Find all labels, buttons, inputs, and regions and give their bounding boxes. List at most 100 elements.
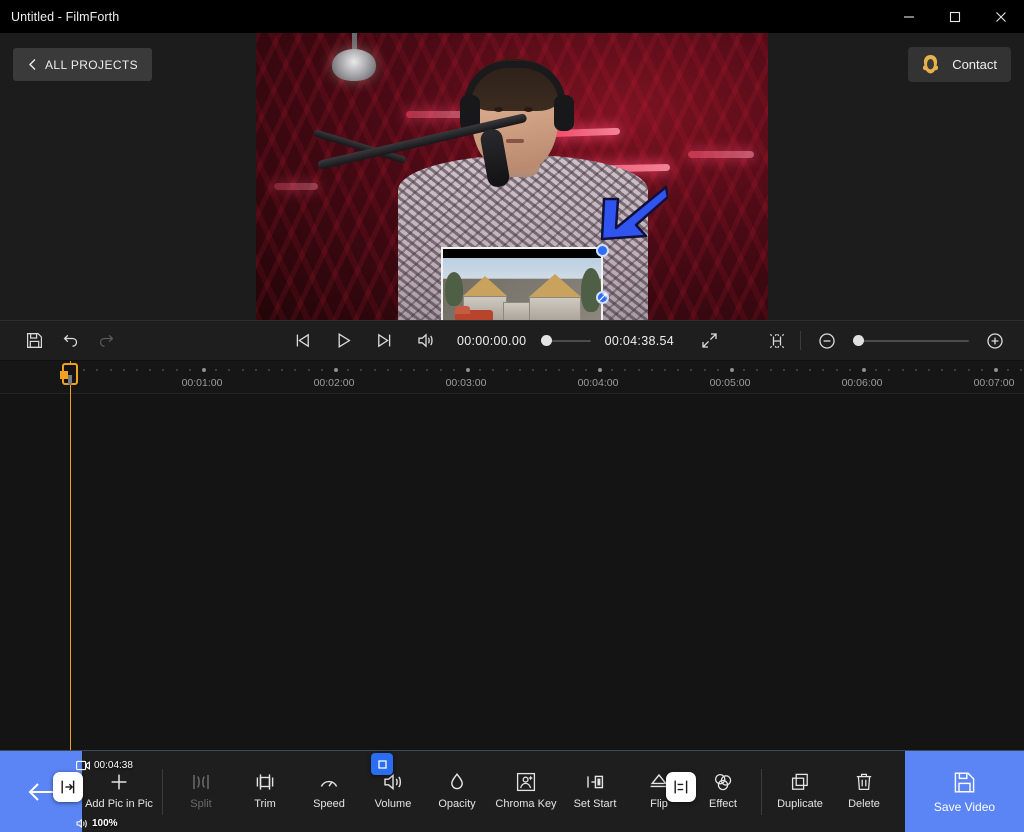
ruler-tick [571,369,574,371]
studio-lamp [332,49,376,81]
tool-label: Split [190,798,212,811]
transition-out-icon[interactable] [666,772,696,802]
speaker-icon[interactable] [408,324,442,358]
close-button[interactable] [978,0,1024,33]
tool-label: Set Start [573,798,617,811]
maximize-button[interactable] [932,0,978,33]
title-bar: Untitled - FilmForth [0,0,1024,33]
ruler-tick [83,369,86,371]
tool-speed[interactable]: Speed [297,751,361,832]
fit-to-screen-icon[interactable] [760,324,794,358]
neon-light [406,111,466,118]
ruler-time-label: 00:06:00 [841,377,883,389]
person-mouth [506,139,524,143]
ruler-tick [848,369,851,371]
ruler-tick [294,369,297,371]
video-clip-volume: 100% [76,818,118,829]
ruler-tick [505,369,508,371]
ruler-tick [1007,369,1010,371]
video-clip-volume-value: 100% [92,818,118,829]
zoom-in-icon[interactable] [978,324,1012,358]
ruler-tick [888,369,891,371]
ruler-tick [241,369,244,371]
all-projects-label: ALL PROJECTS [45,57,139,72]
tool-duplicate[interactable]: Duplicate [768,751,832,832]
zoom-out-icon[interactable] [810,324,844,358]
ruler-tick [215,369,218,371]
current-time-label: 00:00:00.00 [457,333,527,348]
tool-effect[interactable]: Effect [691,751,755,832]
speed-icon [318,771,340,793]
play-icon[interactable] [326,324,360,358]
chevron-left-icon [27,58,38,71]
minimize-button[interactable] [886,0,932,33]
playback-toolbar: 00:00:00.00 00:04:38.54 [0,320,1024,361]
skip-previous-icon[interactable] [285,324,319,358]
ruler-tick [941,369,944,371]
ruler-tick [452,369,455,371]
all-projects-button[interactable]: ALL PROJECTS [13,48,153,81]
tool-chroma-key[interactable]: Chroma Key [489,751,563,832]
save-video-button[interactable]: Save Video [905,751,1024,832]
ruler-tick [545,369,548,371]
redo-icon [89,324,123,358]
speaker-icon [76,818,88,829]
ruler-tick [928,369,930,371]
pip-resize-handle-top-right[interactable] [596,244,609,257]
ruler-tick [109,369,112,371]
playback-progress-slider[interactable] [541,334,591,346]
tool-set-start[interactable]: Set Start [563,751,627,832]
ruler-tick [677,369,680,371]
ruler-tick [624,369,627,371]
zoom-knob[interactable] [853,334,864,346]
pip-truck-cab [455,306,470,314]
ruler-tick [492,369,495,371]
skip-next-icon[interactable] [367,324,401,358]
undo-icon[interactable] [53,324,87,358]
ruler-tick [703,369,706,371]
person-eye [494,107,503,112]
ruler-tick [584,369,587,371]
fullscreen-icon[interactable] [692,324,726,358]
ruler-tick [650,369,653,371]
ruler-tick [967,369,970,371]
ruler-tick [769,369,772,371]
transition-in-icon[interactable] [53,772,83,802]
tool-split: Split [169,751,233,832]
pip-house-roof [529,274,581,297]
tool-trim[interactable]: Trim [233,751,297,832]
playhead[interactable] [60,361,78,750]
ruler-tick [558,369,561,371]
tool-label: Flip [650,798,668,811]
pip-rotate-handle-bottom-right[interactable] [596,291,609,304]
clip-select-marker[interactable] [371,753,393,775]
trash-icon [853,771,875,793]
ruler-time-label: 00:07:00 [973,377,1015,389]
ruler-tick [347,369,350,371]
ruler-tick [756,369,759,371]
ruler-time-label: 00:04:00 [577,377,619,389]
ruler-tick [518,369,521,371]
timeline-panel[interactable]: 00:01:00 00:02:00 00:03:00 00:04:00 00:05:00… [0,361,1024,832]
plus-icon [108,771,130,793]
ruler-time-label: 00:03:00 [445,377,487,389]
save-icon[interactable] [17,324,51,358]
ruler-tick [611,369,614,371]
tool-opacity[interactable]: Opacity [425,751,489,832]
ruler-tick [202,368,206,372]
timeline-ruler[interactable]: 00:01:00 00:02:00 00:03:00 00:04:00 00:05:00… [0,361,1024,394]
ruler-tick [901,369,904,371]
ruler-tick [466,368,470,372]
save-video-label: Save Video [933,799,996,814]
toolbar-divider [162,768,163,815]
save-icon [953,771,976,794]
contact-button[interactable]: Contact [908,47,1011,82]
ruler-tick [1020,369,1023,371]
timeline-zoom-slider[interactable] [853,334,969,346]
progress-knob[interactable] [541,334,553,346]
contact-label: Contact [952,57,997,72]
tool-delete[interactable]: Delete [832,751,896,832]
ruler-tick [149,369,152,371]
ruler-tick [439,369,442,371]
ruler-tick [307,369,310,371]
